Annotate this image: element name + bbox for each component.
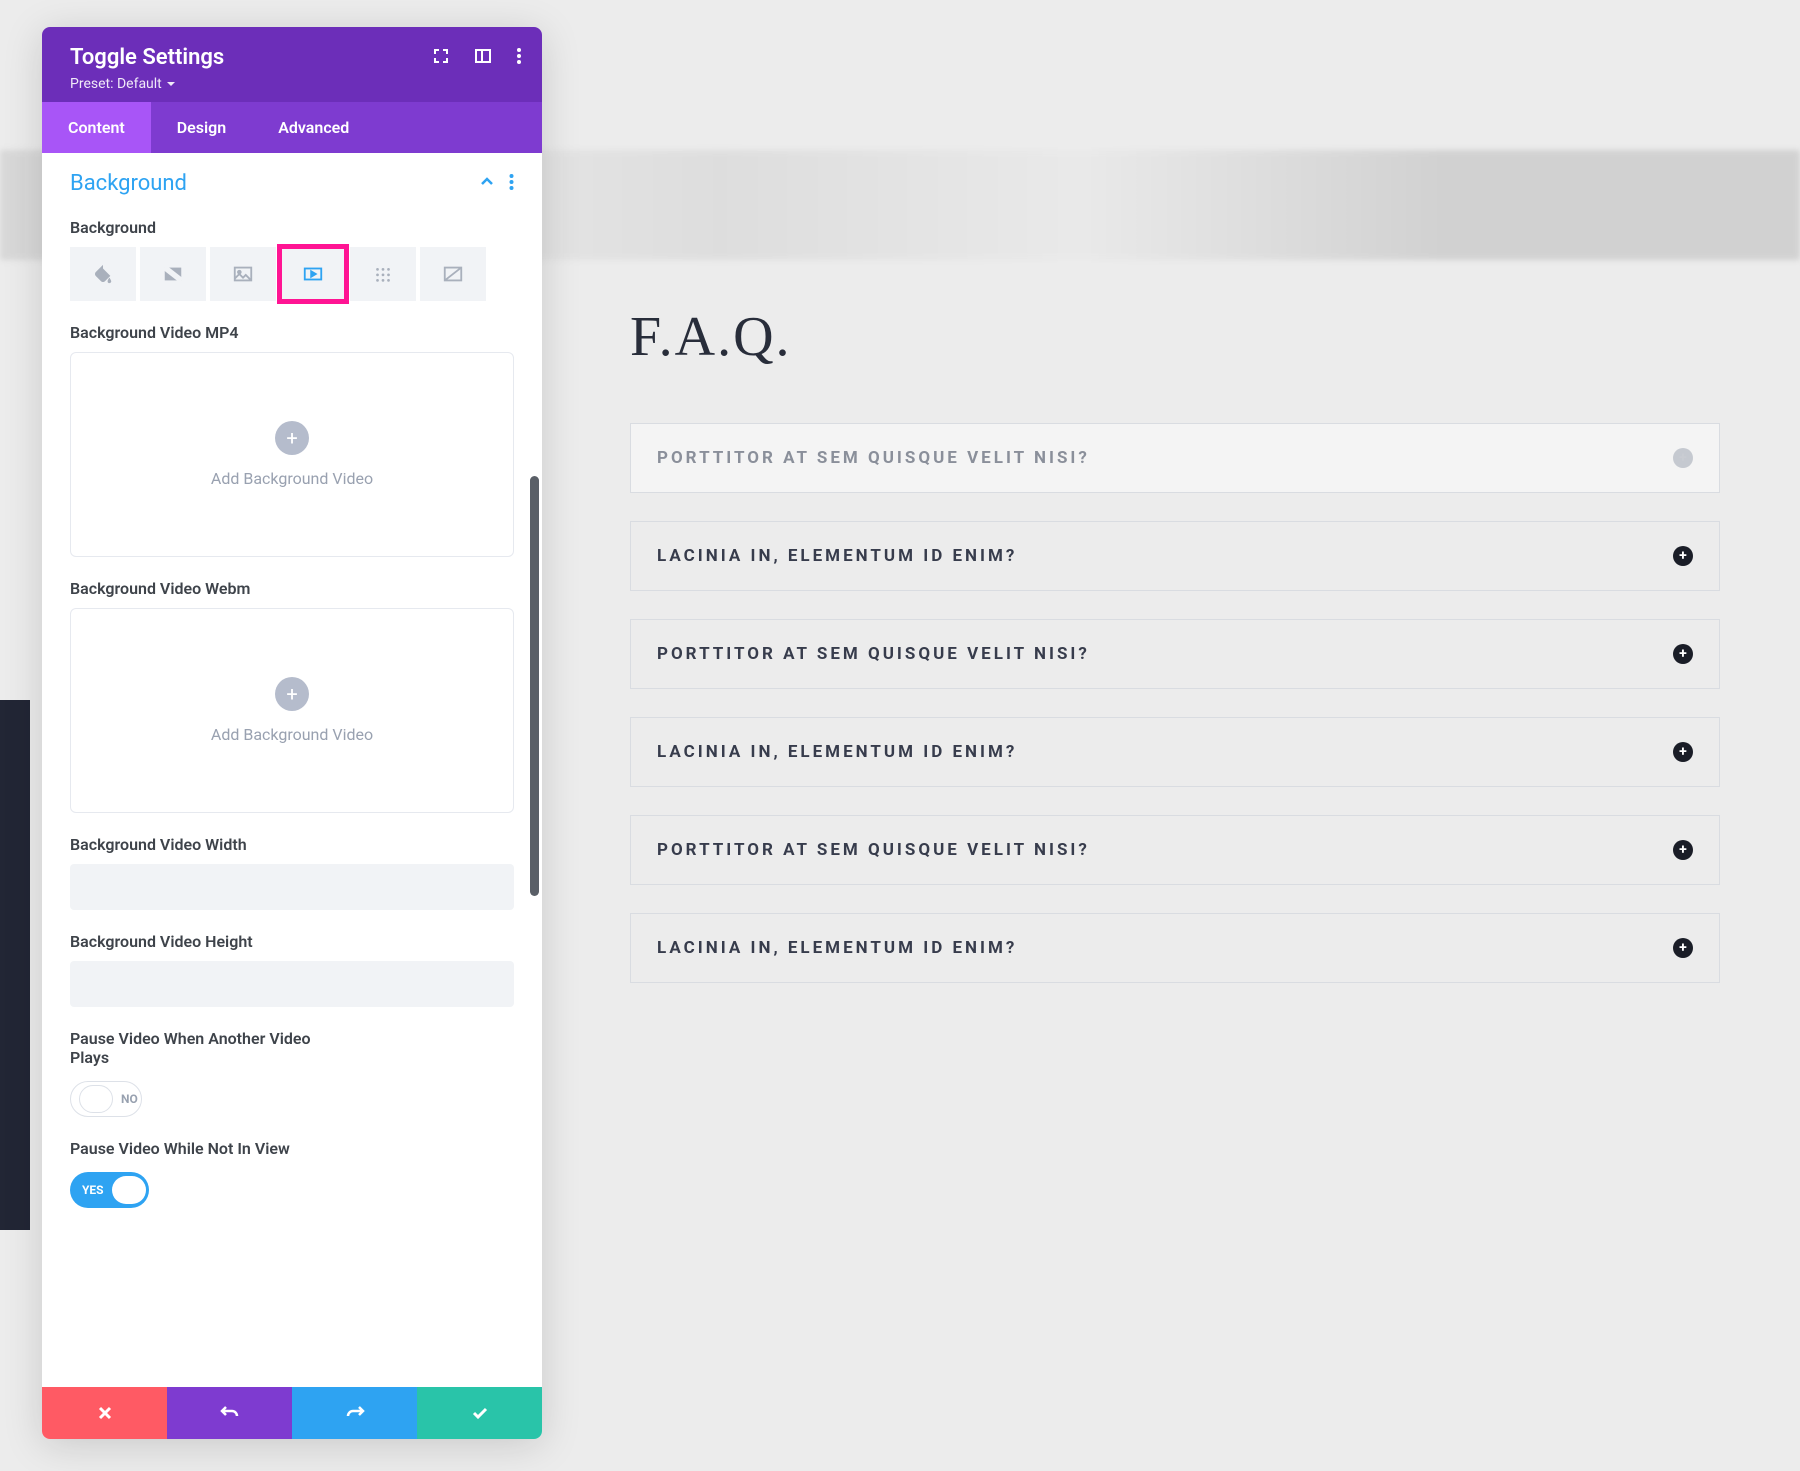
label-pause-another: Pause Video When Another Video Plays <box>70 1029 330 1067</box>
panel-tabs: Content Design Advanced <box>42 102 542 153</box>
plus-icon: + <box>275 677 309 711</box>
page-title: F.A.Q. <box>630 305 1720 369</box>
dark-sidebar-strip <box>0 700 30 1230</box>
section-header[interactable]: Background <box>42 153 542 206</box>
plus-icon: + <box>275 421 309 455</box>
accordion-item-label: Porttitor at sem quisque velit nisi? <box>657 840 1090 860</box>
settings-panel: Toggle Settings Preset: Default Content … <box>42 27 542 1439</box>
accordion-item[interactable]: Lacinia in, elementum id enim? + <box>630 521 1720 591</box>
pattern-icon <box>372 263 394 285</box>
plus-circle-icon: + <box>1673 742 1693 762</box>
more-icon[interactable] <box>516 47 522 65</box>
panel-header-actions <box>432 47 522 65</box>
save-button[interactable] <box>417 1387 542 1439</box>
toggle-knob <box>112 1176 146 1204</box>
dropzone-webm[interactable]: + Add Background Video <box>70 608 514 813</box>
label-background: Background <box>70 218 514 237</box>
cancel-button[interactable] <box>42 1387 167 1439</box>
expand-icon[interactable] <box>432 47 450 65</box>
dropzone-text: Add Background Video <box>211 469 373 488</box>
paint-bucket-icon <box>92 263 114 285</box>
panel-footer <box>42 1387 542 1439</box>
section-more-icon[interactable] <box>509 173 514 195</box>
chevron-up-icon[interactable] <box>479 174 495 194</box>
background-type-tabs <box>70 247 514 301</box>
preset-label: Preset: Default <box>70 76 162 92</box>
accordion-item-label: Lacinia in, elementum id enim? <box>657 546 1017 566</box>
tab-design[interactable]: Design <box>151 102 252 153</box>
plus-circle-icon: + <box>1673 644 1693 664</box>
faq-accordion: Porttitor at sem quisque velit nisi?+Lac… <box>630 423 1720 983</box>
sidebar-icon[interactable] <box>474 47 492 65</box>
label-webm: Background Video Webm <box>70 579 514 598</box>
undo-button[interactable] <box>167 1387 292 1439</box>
tab-advanced[interactable]: Advanced <box>252 102 375 153</box>
toggle-pause-view[interactable]: YES <box>70 1172 149 1208</box>
main-content: F.A.Q. Porttitor at sem quisque velit ni… <box>630 305 1720 983</box>
input-video-height[interactable] <box>70 961 514 1007</box>
accordion-item-label: Porttitor at sem quisque velit nisi? <box>657 644 1090 664</box>
toggle-pause-another[interactable]: NO <box>70 1081 142 1117</box>
caret-down-icon <box>166 79 176 89</box>
bg-tab-gradient[interactable] <box>140 247 206 301</box>
toggle-label-no: NO <box>121 1092 138 1106</box>
close-icon <box>96 1404 114 1422</box>
section-title: Background <box>70 171 187 196</box>
preset-selector[interactable]: Preset: Default <box>70 76 176 92</box>
plus-circle-icon: + <box>1673 938 1693 958</box>
tab-content[interactable]: Content <box>42 102 151 153</box>
dropzone-mp4[interactable]: + Add Background Video <box>70 352 514 557</box>
accordion-item[interactable]: Lacinia in, elementum id enim? + <box>630 913 1720 983</box>
label-height: Background Video Height <box>70 932 514 951</box>
redo-button[interactable] <box>292 1387 417 1439</box>
panel-header[interactable]: Toggle Settings Preset: Default <box>42 27 542 102</box>
redo-icon <box>345 1403 365 1423</box>
panel-body: Background Background Video MP4 + <box>42 206 542 1387</box>
video-icon <box>302 263 324 285</box>
bg-tab-video[interactable] <box>280 247 346 301</box>
bg-tab-image[interactable] <box>210 247 276 301</box>
accordion-item[interactable]: Lacinia in, elementum id enim? + <box>630 717 1720 787</box>
accordion-item-label: Porttitor at sem quisque velit nisi? <box>657 448 1090 468</box>
plus-circle-icon: + <box>1673 840 1693 860</box>
scrollbar-thumb[interactable] <box>530 476 539 896</box>
mask-icon <box>442 263 464 285</box>
plus-circle-icon: + <box>1673 448 1693 468</box>
input-video-width[interactable] <box>70 864 514 910</box>
label-width: Background Video Width <box>70 835 514 854</box>
bg-tab-color[interactable] <box>70 247 136 301</box>
image-icon <box>232 263 254 285</box>
accordion-item[interactable]: Porttitor at sem quisque velit nisi? + <box>630 619 1720 689</box>
toggle-knob <box>79 1085 113 1113</box>
gradient-icon <box>162 263 184 285</box>
label-mp4: Background Video MP4 <box>70 323 514 342</box>
accordion-item-label: Lacinia in, elementum id enim? <box>657 742 1017 762</box>
label-pause-view: Pause Video While Not In View <box>70 1139 330 1158</box>
plus-circle-icon: + <box>1673 546 1693 566</box>
bg-tab-pattern[interactable] <box>350 247 416 301</box>
check-icon <box>470 1403 490 1423</box>
accordion-item[interactable]: Porttitor at sem quisque velit nisi? + <box>630 815 1720 885</box>
accordion-item[interactable]: Porttitor at sem quisque velit nisi? + <box>630 423 1720 493</box>
dropzone-text: Add Background Video <box>211 725 373 744</box>
section-actions <box>479 173 514 195</box>
undo-icon <box>220 1403 240 1423</box>
bg-tab-mask[interactable] <box>420 247 486 301</box>
accordion-item-label: Lacinia in, elementum id enim? <box>657 938 1017 958</box>
toggle-label-yes: YES <box>82 1183 104 1197</box>
